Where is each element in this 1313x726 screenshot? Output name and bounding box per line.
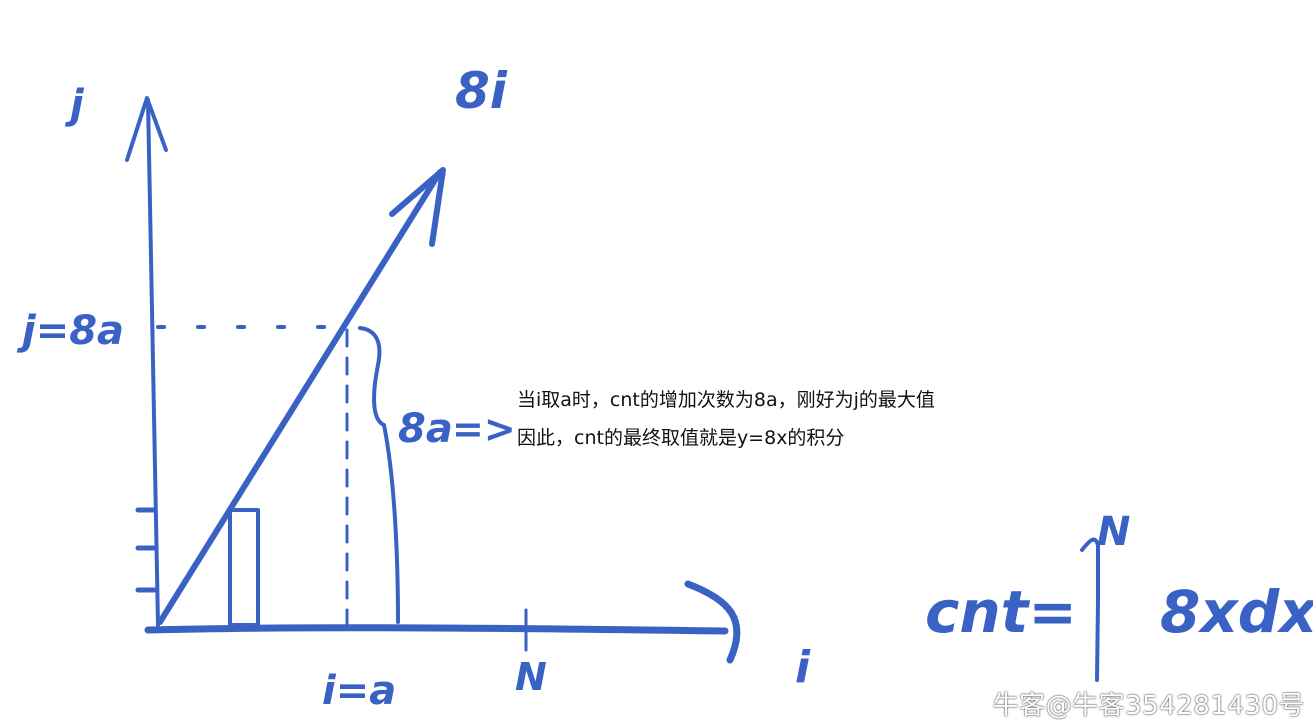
- j-8a-label: j=8a: [16, 308, 124, 354]
- integrand: 8xdx: [1160, 578, 1313, 646]
- i-axis-line: [144, 624, 729, 635]
- i-axis-arrowhead: [684, 580, 741, 664]
- line-8i-label: 8i: [455, 62, 508, 120]
- brace-8a-label: 8a: [398, 406, 453, 452]
- source-watermark: 牛客@牛客354281430号: [992, 691, 1305, 721]
- integral-sign: [1080, 537, 1100, 682]
- hand-drawn-diagram: j i 8i j=8a i=a N 8a => cnt= N 8xdx: [16, 62, 1313, 714]
- n-label: N: [515, 655, 547, 699]
- explanation-line-1: 当i取a时，cnt的增加次数为8a，刚好为j的最大值: [517, 389, 935, 411]
- integral-upper-limit: N: [1097, 509, 1130, 555]
- formula-lhs: cnt=: [925, 578, 1077, 646]
- i-a-label: i=a: [322, 668, 396, 714]
- brace-arrow: =>: [452, 407, 516, 451]
- unit-strip-rect: [228, 508, 260, 627]
- j-axis-label: j: [64, 82, 85, 128]
- i-axis-label: i: [795, 642, 811, 693]
- brace-8a: [358, 326, 400, 624]
- explanation-line-2: 因此，cnt的最终取值就是y=8x的积分: [517, 427, 845, 449]
